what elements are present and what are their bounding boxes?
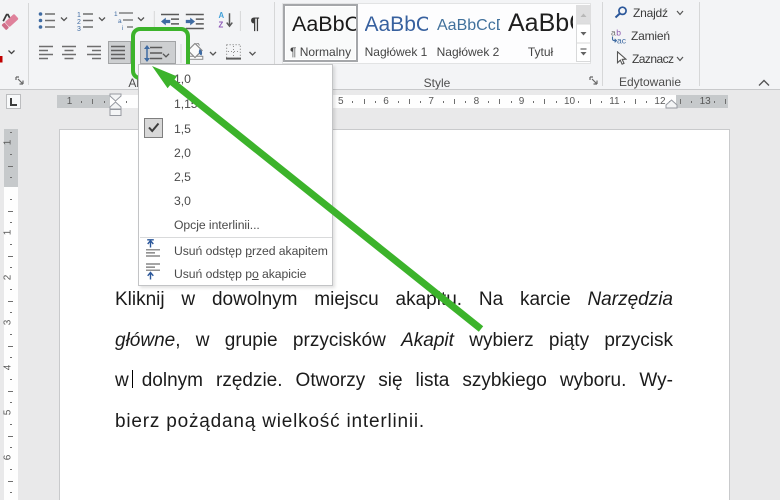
svg-text:ac: ac: [617, 36, 627, 45]
svg-text:1: 1: [114, 11, 118, 18]
svg-text:Z: Z: [219, 20, 224, 29]
svg-text:a: a: [118, 18, 122, 25]
svg-text:1: 1: [77, 12, 81, 19]
svg-text:3: 3: [77, 26, 81, 33]
svg-text:i: i: [122, 25, 123, 32]
svg-text:A: A: [219, 11, 225, 20]
svg-text:¶: ¶: [251, 15, 260, 33]
svg-text:2: 2: [77, 19, 81, 26]
